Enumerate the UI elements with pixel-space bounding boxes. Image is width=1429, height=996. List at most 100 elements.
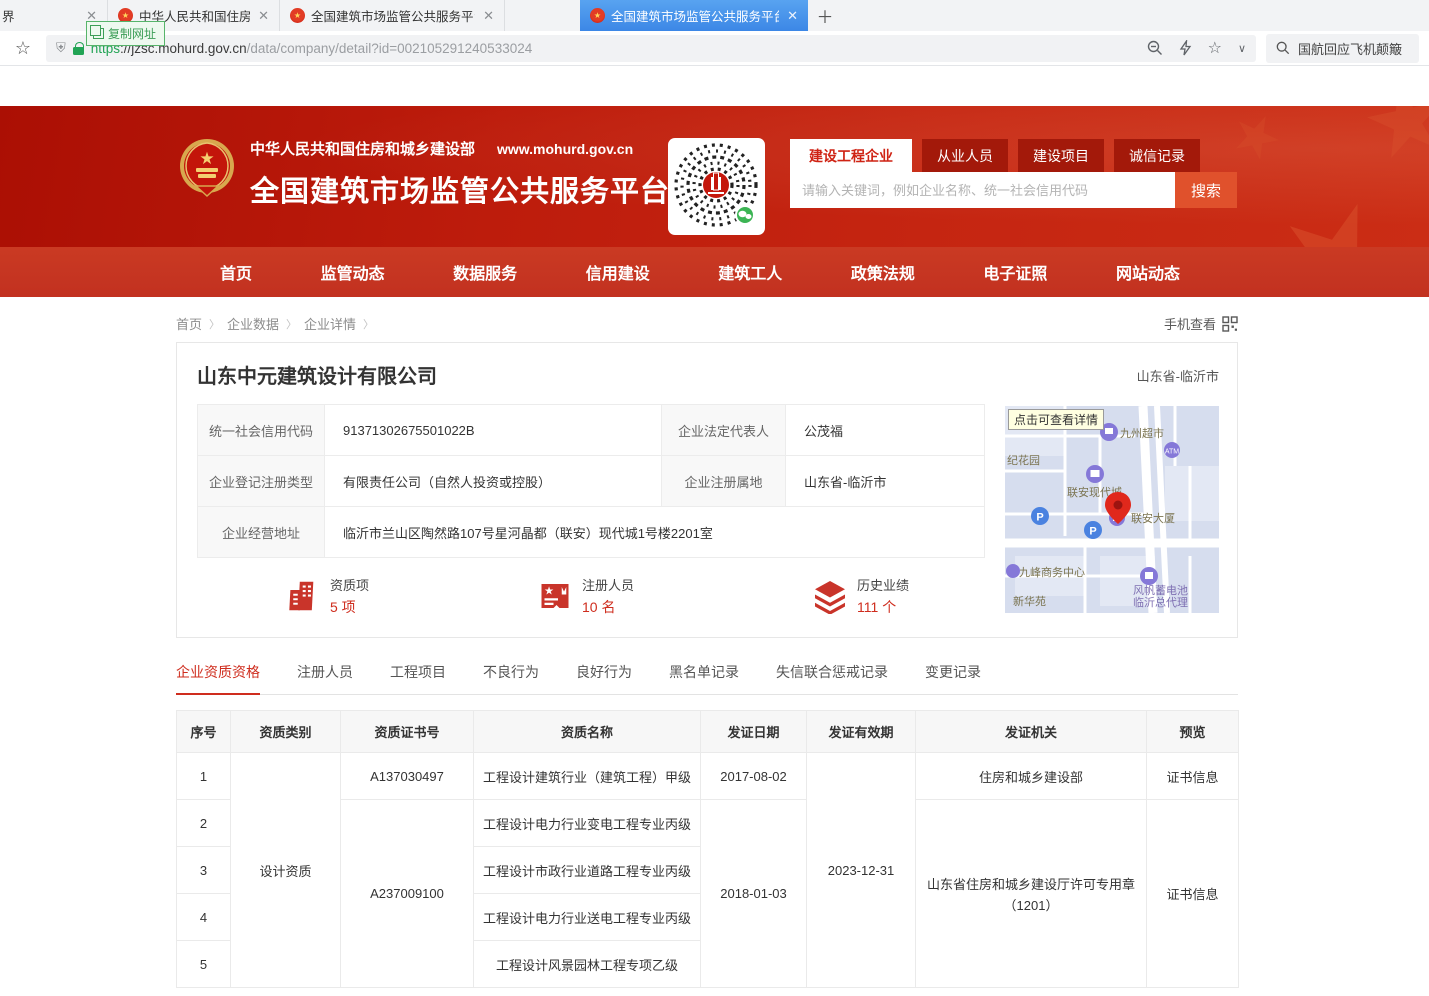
stat-historical-performance: 历史业绩 111 个 (812, 575, 909, 617)
tab-projects[interactable]: 工程项目 (390, 662, 446, 694)
company-detail-card: 山东中元建筑设计有限公司 山东省-临沂市 统一社会信用代码 9137130267… (176, 342, 1238, 638)
tab-title: 全国建筑市场监管公共服务平台 (311, 6, 475, 25)
map-image: 九州超市 纪花园 联安现代城 联安大厦 九峰商务中心 新华苑 风帆蓄电池 临沂总… (1005, 406, 1219, 613)
svg-text:九峰商务中心: 九峰商务中心 (1019, 565, 1085, 579)
nav-item-home[interactable]: 首页 (220, 260, 252, 284)
address-label: 企业经营地址 (198, 507, 325, 558)
category-cell: 设计资质 (231, 753, 341, 988)
table-row: 1 设计资质 A137030497 工程设计建筑行业（建筑工程）甲级 2017-… (177, 753, 1239, 800)
detail-tab-bar: 企业资质资格 注册人员 工程项目 不良行为 良好行为 黑名单记录 失信联合惩戒记… (176, 662, 1238, 695)
site-favicon-icon: ★ (590, 8, 605, 23)
tab-change-records[interactable]: 变更记录 (925, 662, 981, 694)
browser-url-bar: ☆ ⛨ https://jzsc.mohurd.gov.cn/data/comp… (0, 31, 1429, 66)
qual-name-cell: 工程设计电力行业送电工程专业丙级 (474, 894, 701, 941)
keyword-search-input[interactable] (790, 172, 1175, 208)
browser-quick-search[interactable]: 国航回应飞机颠簸 (1266, 34, 1419, 63)
seq-cell: 2 (177, 800, 231, 847)
address-bar[interactable]: ⛨ https://jzsc.mohurd.gov.cn/data/compan… (46, 35, 1256, 62)
tab-title: 全国建筑市场监管公共服务平台 (611, 6, 779, 25)
site-favicon-icon: ★ (290, 8, 305, 23)
tab-bad-behavior[interactable]: 不良行为 (483, 662, 539, 694)
nav-item-supervision[interactable]: 监管动态 (321, 260, 385, 284)
svg-text:★: ★ (544, 586, 554, 598)
tab-registered-personnel[interactable]: 注册人员 (297, 662, 353, 694)
svg-text:P: P (1036, 512, 1043, 524)
map-tooltip: 点击可查看详情 (1008, 409, 1104, 430)
nav-item-workers[interactable]: 建筑工人 (718, 260, 782, 284)
company-stats: 资质项 5 项 ★ 注册人员 10 名 (197, 575, 985, 617)
qr-mini-icon (1222, 316, 1238, 332)
certificate-info-link[interactable]: 证书信息 (1147, 753, 1239, 800)
reg-type-value: 有限责任公司（自然人投资或控股） (325, 456, 662, 507)
svg-text:纪花园: 纪花园 (1007, 454, 1040, 467)
ministry-url: www.mohurd.gov.cn (497, 141, 633, 157)
stat-registered-personnel: ★ 注册人员 10 名 (537, 575, 634, 617)
tab-close-icon[interactable]: ✕ (787, 8, 798, 24)
svg-text:九州超市: 九州超市 (1120, 426, 1164, 440)
company-name: 山东中元建筑设计有限公司 (197, 360, 437, 389)
search-tab-enterprise[interactable]: 建设工程企业 (790, 139, 912, 172)
breadcrumb-company-data[interactable]: 企业数据 (227, 314, 279, 333)
reg-region-label: 企业注册属地 (662, 456, 786, 507)
issue-date-cell: 2018-01-03 (701, 800, 807, 988)
breadcrumb: 首页 〉 企业数据 〉 企业详情 〉 (176, 314, 374, 333)
qual-name-cell: 工程设计建筑行业（建筑工程）甲级 (474, 753, 701, 800)
nav-item-data-service[interactable]: 数据服务 (453, 260, 517, 284)
breadcrumb-home[interactable]: 首页 (176, 314, 202, 333)
flash-mode-icon[interactable] (1179, 40, 1192, 56)
tab-dishonesty-records[interactable]: 失信联合惩戒记录 (776, 662, 888, 694)
nav-item-e-license[interactable]: 电子证照 (983, 260, 1047, 284)
tab-qualifications[interactable]: 企业资质资格 (176, 662, 260, 695)
browser-tab-2[interactable]: ★ 全国建筑市场监管公共服务平台 ✕ (280, 0, 505, 31)
seq-cell: 4 (177, 894, 231, 941)
platform-title: 全国建筑市场监管公共服务平台 (250, 168, 670, 210)
favorite-star-icon[interactable]: ☆ (1208, 38, 1222, 58)
svg-text:P: P (1089, 526, 1096, 538)
page-top-whitespace (0, 66, 1429, 106)
certificate-info-link[interactable]: 证书信息 (1147, 800, 1239, 988)
qualification-table: 序号资质类别 资质证书号资质名称 发证日期发证有效期 发证机关预览 1 设计资质… (176, 710, 1239, 988)
company-location-map[interactable]: 点击可查看详情 九州超市 (1005, 406, 1219, 613)
national-emblem-logo: ★ (178, 138, 236, 200)
company-region: 山东省-临沂市 (1137, 366, 1219, 385)
nav-item-credit[interactable]: 信用建设 (586, 260, 650, 284)
authority-cell: 山东省住房和城乡建设厅许可专用章 （1201） (916, 800, 1147, 988)
bookmark-star-icon[interactable]: ☆ (10, 38, 36, 59)
header-qr-code (668, 138, 765, 235)
tab-close-icon[interactable]: ✕ (483, 8, 494, 24)
authority-cell: 住房和城乡建设部 (916, 753, 1147, 800)
qual-name-cell: 工程设计电力行业变电工程专业丙级 (474, 800, 701, 847)
site-header: ★ 中华人民共和国住房和城乡建设部 www.mohurd.gov.cn 全国建筑… (0, 106, 1429, 247)
qr-code-icon (671, 141, 762, 232)
nav-item-site-news[interactable]: 网站动态 (1116, 260, 1180, 284)
legal-rep-label: 企业法定代表人 (662, 405, 786, 456)
dropdown-chevron-icon[interactable]: ∨ (1238, 42, 1246, 55)
credit-code-value: 91371302675501022B (325, 405, 662, 456)
search-button[interactable]: 搜索 (1175, 172, 1237, 208)
tab-close-icon[interactable]: ✕ (258, 8, 269, 24)
zoom-out-icon[interactable] (1147, 40, 1163, 56)
browser-tab-bar: 界 ✕ ★ 中华人民共和国住房和城乡建设 ✕ ★ 全国建筑市场监管公共服务平台 … (0, 0, 1429, 31)
breadcrumb-company-detail[interactable]: 企业详情 (304, 314, 356, 333)
new-tab-button[interactable]: ＋ (808, 0, 842, 31)
cert-no-cell: A137030497 (341, 753, 474, 800)
seq-cell: 3 (177, 847, 231, 894)
copy-icon (93, 28, 104, 39)
layers-icon (812, 578, 848, 614)
tab-good-behavior[interactable]: 良好行为 (576, 662, 632, 694)
secure-lock-icon (73, 42, 84, 55)
nav-item-policy[interactable]: 政策法规 (851, 260, 915, 284)
browser-tab-3-active[interactable]: ★ 全国建筑市场监管公共服务平台 ✕ (580, 0, 808, 31)
search-tab-credit[interactable]: 诚信记录 (1114, 139, 1200, 172)
search-tab-personnel[interactable]: 从业人员 (922, 139, 1008, 172)
svg-text:★: ★ (199, 149, 214, 168)
tab-blacklist[interactable]: 黑名单记录 (669, 662, 739, 694)
page-url[interactable]: https://jzsc.mohurd.gov.cn/data/company/… (91, 41, 1140, 56)
site-shield-icon[interactable]: ⛨ (56, 40, 66, 56)
search-tab-project[interactable]: 建设项目 (1018, 139, 1104, 172)
reg-type-label: 企业登记注册类型 (198, 456, 325, 507)
table-header-row: 序号资质类别 资质证书号资质名称 发证日期发证有效期 发证机关预览 (177, 711, 1239, 753)
mobile-view-button[interactable]: 手机查看 (1164, 314, 1238, 333)
ministry-name: 中华人民共和国住房和城乡建设部 (250, 138, 475, 159)
site-brand: ★ 中华人民共和国住房和城乡建设部 www.mohurd.gov.cn 全国建筑… (178, 138, 670, 210)
